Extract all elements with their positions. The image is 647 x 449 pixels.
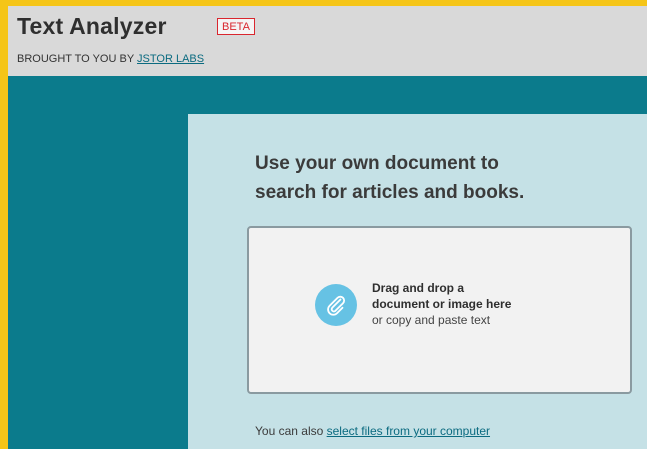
also-prefix: You can also <box>255 424 327 438</box>
select-files-text: You can also select files from your comp… <box>255 424 490 438</box>
jstor-labs-link[interactable]: JSTOR LABS <box>137 53 204 65</box>
drop-line-2: document or image here <box>372 297 512 311</box>
page-heading: Use your own document to search for arti… <box>255 149 575 207</box>
heading-line-2: search for articles and books. <box>255 182 525 203</box>
drop-instructions: Drag and drop a document or image here o… <box>372 280 592 328</box>
upload-panel: Use your own document to search for arti… <box>188 114 647 449</box>
select-files-link[interactable]: select files from your computer <box>327 424 490 438</box>
heading-line-1: Use your own document to <box>255 153 499 174</box>
header: Text Analyzer BETA BROUGHT TO YOU BY JST… <box>8 6 647 76</box>
drop-line-3: or copy and paste text <box>372 313 491 327</box>
drop-zone[interactable]: Drag and drop a document or image here o… <box>247 226 632 394</box>
app-frame: Text Analyzer BETA BROUGHT TO YOU BY JST… <box>0 0 647 449</box>
paperclip-icon <box>315 284 357 326</box>
app-title: Text Analyzer <box>17 13 167 39</box>
byline-prefix: BROUGHT TO YOU BY <box>17 53 138 65</box>
byline: BROUGHT TO YOU BY JSTOR LABS <box>17 53 204 65</box>
drop-line-1: Drag and drop a <box>372 281 465 295</box>
beta-badge: BETA <box>217 18 255 35</box>
